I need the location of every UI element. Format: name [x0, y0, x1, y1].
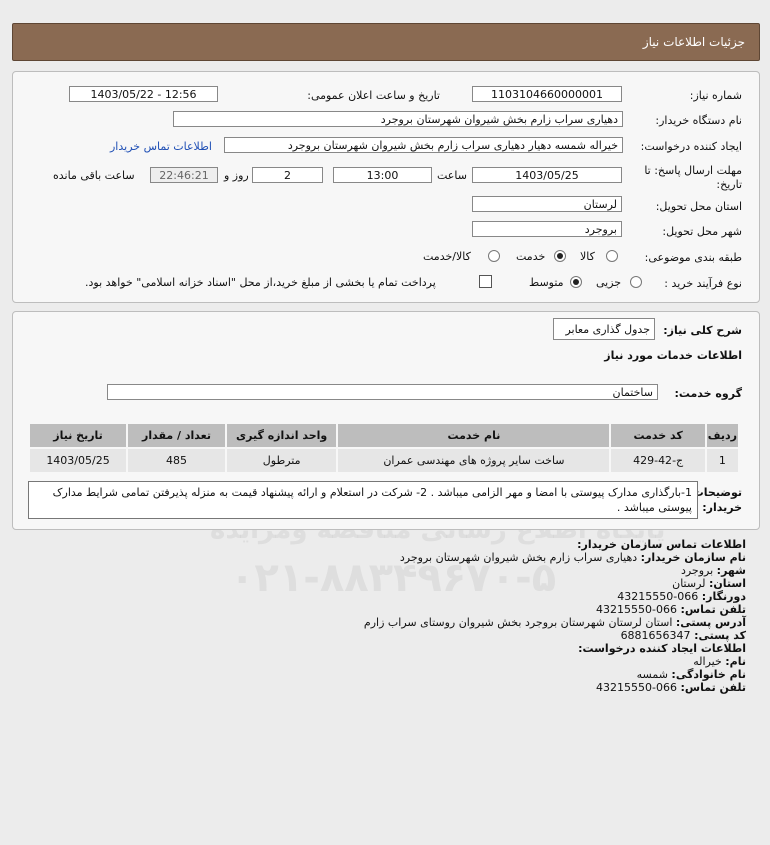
buyer-notes-box: 1-بارگذاری مدارک پیوستی با امضا و مهر ال…: [28, 481, 698, 519]
cell-service-code: ج-42-429: [609, 447, 707, 474]
category-radio-both[interactable]: [488, 250, 500, 262]
summary-label: شرح کلی نیاز:: [663, 324, 742, 337]
contact-phone: تلفن تماس: 066-43215550: [596, 603, 746, 616]
contact-fax: دورنگار: 066-43215550: [617, 590, 746, 603]
remaining-label: ساعت باقی مانده: [53, 169, 135, 182]
cell-quantity: 485: [126, 447, 227, 474]
col-quantity: تعداد / مقدار: [126, 422, 227, 449]
days-label: روز و: [224, 169, 249, 182]
contact-address: آدرس پستی: استان لرستان شهرستان بروجرد ب…: [363, 616, 746, 629]
creator-last-name: نام خانوادگی: شمسه: [636, 668, 746, 681]
page-title: جزئیات اطلاعات نیاز: [642, 35, 745, 49]
deadline-label-1: مهلت ارسال پاسخ: تا: [644, 164, 742, 177]
category-label: طبقه بندی موضوعی:: [644, 251, 742, 264]
process-radio-minor[interactable]: [630, 276, 642, 288]
col-service-code: کد خدمت: [609, 422, 707, 449]
contact-postal: کد پستی: 6881656347: [620, 629, 746, 642]
need-number-label: شماره نیاز:: [689, 89, 742, 102]
notes-label-1: توضیحات: [692, 486, 742, 499]
need-number-field: 1103104660000001: [472, 86, 622, 102]
process-option-minor: جزیی: [596, 276, 622, 289]
contact-city: شهر: بروجرد: [680, 564, 746, 577]
contact-org: نام سازمان خریدار: دهیاری سراب زارم بخش …: [399, 551, 746, 564]
col-service-name: نام خدمت: [336, 422, 612, 449]
creator-title: اطلاعات ایجاد کننده درخواست:: [578, 642, 746, 655]
process-label: نوع فرآیند خرید :: [664, 277, 742, 290]
province-label: استان محل تحویل:: [655, 200, 742, 213]
category-radio-goods[interactable]: [606, 250, 618, 262]
col-row-number: ردیف: [704, 422, 741, 449]
category-option-service: خدمت: [516, 250, 546, 263]
days-field: 2: [252, 167, 323, 183]
province-field: لرستان: [472, 196, 622, 212]
announce-field: 1403/05/22 - 12:56: [69, 86, 218, 102]
city-field: بروجرد: [472, 221, 622, 237]
treasury-payment-checkbox[interactable]: [479, 275, 492, 288]
payment-note: پرداخت تمام یا بخشی از مبلغ خرید،از محل …: [85, 276, 436, 289]
services-title: اطلاعات خدمات مورد نیاز: [604, 349, 742, 362]
category-radio-service[interactable]: [554, 250, 566, 262]
category-option-both: کالا/خدمت: [423, 250, 471, 263]
summary-field: جدول گذاری معابر: [553, 318, 655, 340]
need-details-panel: [12, 71, 760, 303]
deadline-label-2: تاریخ:: [716, 178, 742, 191]
announce-label: تاریخ و ساعت اعلان عمومی:: [307, 89, 440, 102]
buyer-org-label: نام دستگاه خریدار:: [655, 114, 742, 127]
deadline-date-field: 1403/05/25: [472, 167, 622, 183]
process-option-medium: متوسط: [529, 276, 564, 289]
time-label: ساعت: [437, 169, 467, 182]
category-option-goods: کالا: [580, 250, 595, 263]
process-radio-medium[interactable]: [570, 276, 582, 288]
creator-label: ایجاد کننده درخواست:: [640, 140, 742, 153]
cell-unit: مترطول: [224, 447, 339, 474]
services-table: ردیف کد خدمت نام خدمت واحد اندازه گیری ت…: [27, 422, 741, 474]
table-header-row: ردیف کد خدمت نام خدمت واحد اندازه گیری ت…: [27, 422, 741, 449]
notes-label-2: خریدار:: [702, 501, 742, 514]
creator-first-name: نام: خیراله: [693, 655, 746, 668]
creator-field: خیراله شمسه دهیار دهیاری سراب زارم بخش ش…: [224, 137, 623, 153]
col-unit: واحد اندازه گیری: [224, 422, 339, 449]
contact-province: استان: لرستان: [672, 577, 746, 590]
service-group-label: گروه خدمت:: [674, 387, 742, 400]
table-row: 1 ج-42-429 ساخت سایر پروژه های مهندسی عم…: [27, 447, 741, 474]
buyer-org-field: دهیاری سراب زارم بخش شیروان شهرستان بروج…: [173, 111, 623, 127]
deadline-time-field: 13:00: [333, 167, 432, 183]
page-header: جزئیات اطلاعات نیاز: [12, 23, 760, 61]
service-group-field: ساختمان: [107, 384, 658, 400]
remaining-time-field: 22:46:21: [150, 167, 218, 183]
cell-service-name: ساخت سایر پروژه های مهندسی عمران: [336, 447, 612, 474]
cell-row-number: 1: [704, 447, 741, 474]
col-need-date: تاریخ نیاز: [27, 422, 129, 449]
city-label: شهر محل تحویل:: [662, 225, 742, 238]
cell-need-date: 1403/05/25: [27, 447, 129, 474]
contact-title: اطلاعات تماس سازمان خریدار:: [577, 538, 746, 551]
contact-info-link[interactable]: اطلاعات تماس خریدار: [110, 140, 212, 153]
creator-phone: تلفن تماس: 066-43215550: [596, 681, 746, 694]
